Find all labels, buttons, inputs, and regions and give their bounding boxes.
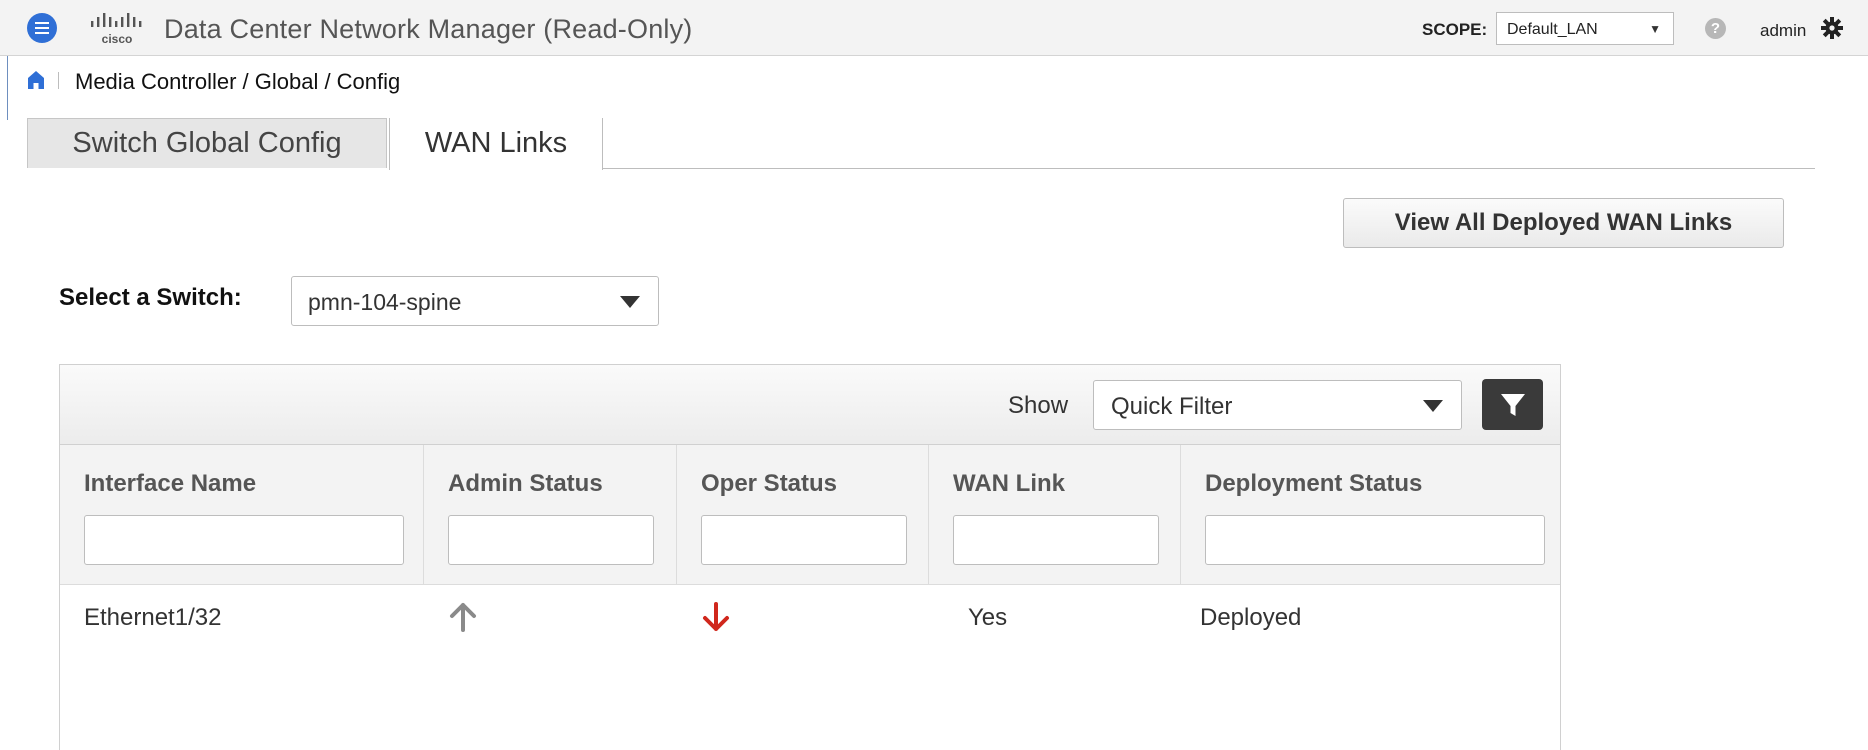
cell-interface-name: Ethernet1/32: [84, 604, 222, 631]
column-header-interface-name[interactable]: Interface Name: [84, 470, 256, 498]
deployment-status-filter-input[interactable]: [1205, 515, 1545, 565]
admin-status-filter-input[interactable]: [448, 515, 654, 565]
cisco-logo: cisco: [91, 13, 142, 46]
select-switch-label: Select a Switch:: [59, 284, 242, 311]
column-deployment-status: Deployment Status: [1181, 445, 1560, 585]
column-header-oper-status[interactable]: Oper Status: [701, 470, 837, 498]
chevron-down-icon: ▼: [1649, 22, 1661, 36]
tab-wan-links[interactable]: WAN Links: [389, 118, 603, 170]
table-toolbar: Show Quick Filter: [60, 365, 1560, 445]
left-edge-line: [7, 56, 8, 120]
svg-text:cisco: cisco: [102, 32, 133, 46]
cell-deployment-status: Deployed: [1200, 604, 1302, 631]
caret-down-icon: [1423, 400, 1443, 412]
column-header-admin-status[interactable]: Admin Status: [448, 470, 603, 498]
scope-label: SCOPE:: [1422, 20, 1488, 39]
cell-wan-link: Yes: [968, 604, 1008, 631]
scope-dropdown-value: Default_LAN: [1507, 21, 1598, 38]
column-wan-link: WAN Link: [929, 445, 1181, 585]
quick-filter-dropdown[interactable]: Quick Filter: [1093, 380, 1462, 430]
breadcrumb-separator: [58, 72, 59, 89]
scope-dropdown[interactable]: Default_LAN ▼: [1496, 12, 1674, 45]
question-icon[interactable]: ?: [1705, 18, 1726, 39]
show-label: Show: [1008, 392, 1069, 419]
switch-dropdown[interactable]: pmn-104-spine: [291, 276, 659, 326]
column-interface-name: Interface Name: [60, 445, 424, 585]
column-header-deployment-status[interactable]: Deployment Status: [1205, 470, 1422, 498]
column-oper-status: Oper Status: [677, 445, 929, 585]
switch-dropdown-value: pmn-104-spine: [308, 289, 462, 315]
column-admin-status: Admin Status: [424, 445, 677, 585]
hamburger-icon: [35, 21, 49, 36]
quick-filter-value: Quick Filter: [1111, 393, 1233, 420]
table-row[interactable]: Ethernet1/32 Yes Deployed: [60, 586, 1560, 644]
arrow-down-icon: [703, 602, 729, 631]
wan-link-filter-input[interactable]: [953, 515, 1159, 565]
funnel-icon: [1500, 393, 1525, 416]
tab-switch-global-config[interactable]: Switch Global Config: [27, 118, 387, 168]
wan-links-table-panel: Show Quick Filter Interface Name Admin S…: [59, 364, 1561, 750]
home-icon[interactable]: [27, 70, 45, 90]
breadcrumb: Media Controller / Global / Config: [75, 69, 401, 94]
hamburger-menu-button[interactable]: [27, 13, 57, 43]
table-header: Interface Name Admin Status Oper Status …: [60, 445, 1560, 585]
caret-down-icon: [620, 296, 640, 308]
top-bar: cisco Data Center Network Manager (Read-…: [0, 0, 1868, 56]
interface-name-filter-input[interactable]: [84, 515, 404, 565]
app-title: Data Center Network Manager (Read-Only): [164, 14, 693, 44]
column-header-wan-link[interactable]: WAN Link: [953, 470, 1065, 498]
arrow-up-icon: [450, 603, 476, 632]
filter-button[interactable]: [1482, 379, 1543, 430]
user-menu[interactable]: admin: [1760, 21, 1806, 41]
tab-strip-line: [603, 168, 1815, 169]
gear-icon[interactable]: [1820, 16, 1844, 40]
oper-status-filter-input[interactable]: [701, 515, 907, 565]
view-all-deployed-wan-links-button[interactable]: View All Deployed WAN Links: [1343, 198, 1784, 248]
